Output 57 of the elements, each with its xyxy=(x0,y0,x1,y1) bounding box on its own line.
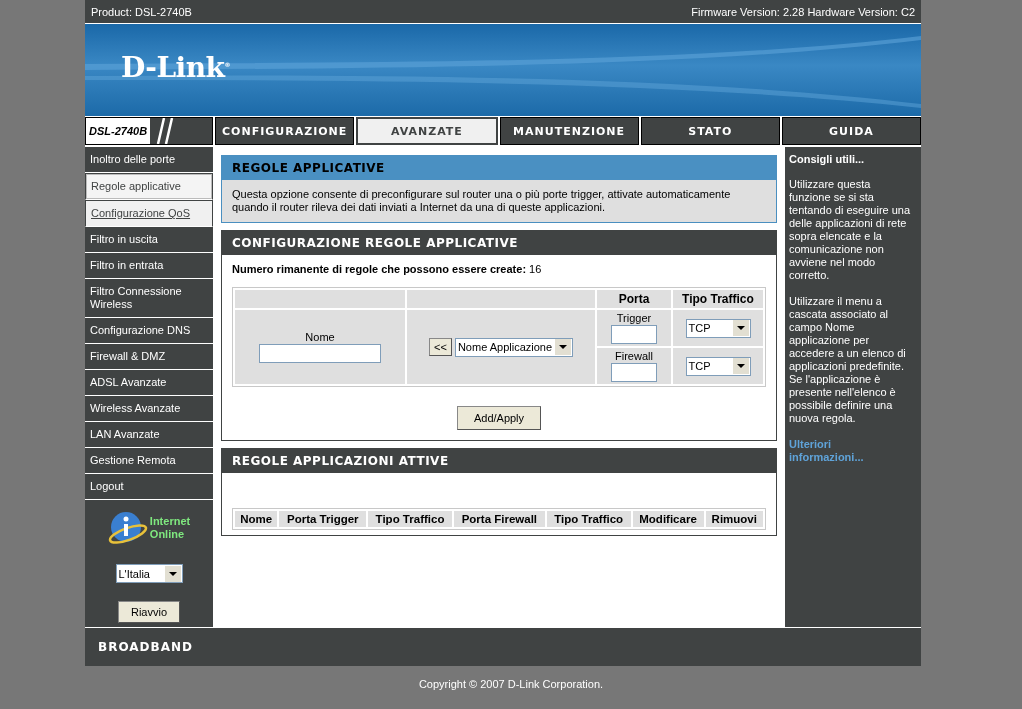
more-info-link[interactable]: Ulteriori informazioni... xyxy=(789,438,879,464)
column-header: Modificare xyxy=(632,511,704,527)
sidebar-item[interactable]: Configurazione QoS xyxy=(85,200,213,227)
port-field[interactable] xyxy=(611,325,657,344)
nav-tab[interactable]: STATO xyxy=(640,117,780,145)
section-header: REGOLE APPLICAZIONI ATTIVE xyxy=(222,449,776,473)
sidebar-item[interactable]: ADSL Avanzate xyxy=(85,370,213,396)
nav-tab[interactable]: MANUTENZIONE xyxy=(499,117,639,145)
reboot-button[interactable]: Riavvio xyxy=(117,601,181,623)
application-select[interactable]: Nome Applicazione xyxy=(454,337,573,357)
sidebar-item[interactable]: LAN Avanzate xyxy=(85,422,213,448)
protocol-select[interactable]: TCP xyxy=(685,318,751,338)
sidebar-item[interactable]: Gestione Remota xyxy=(85,448,213,474)
sidebar-item[interactable]: Regole applicative xyxy=(85,173,213,200)
sidebar-item[interactable]: Filtro in entrata xyxy=(85,253,213,279)
add-apply-button[interactable]: Add/Apply xyxy=(456,406,542,430)
nav-tab[interactable]: GUIDA xyxy=(781,117,921,145)
model-label: DSL-2740B xyxy=(86,118,151,144)
hints-title: Consigli utili... xyxy=(789,153,866,165)
product-label: Product: DSL-2740B xyxy=(91,5,192,18)
remaining-count: 16 xyxy=(529,263,542,275)
brand-label: BROADBAND xyxy=(98,640,193,654)
nav-tab[interactable]: AVANZATE xyxy=(356,117,498,145)
copyright: Copyright © 2007 D-Link Corporation. xyxy=(418,678,604,690)
version-label: Firmware Version: 2.28 Hardware Version: C2 xyxy=(691,5,915,18)
logo: D-Link$^{®}$ xyxy=(121,50,230,84)
name-label: Nome xyxy=(305,331,335,343)
sidebar-item[interactable]: Filtro in uscita xyxy=(85,227,213,253)
section-header: REGOLE APPLICATIVE xyxy=(222,156,776,180)
port-field[interactable] xyxy=(611,363,657,382)
sidebar-item[interactable]: Logout xyxy=(85,474,213,500)
column-header: Nome xyxy=(235,511,278,527)
column-header: Tipo Traffico xyxy=(546,511,631,527)
port-label: Firewall xyxy=(615,350,653,362)
sidebar-item[interactable]: Wireless Avanzate xyxy=(85,396,213,422)
column-header: Tipo Traffico xyxy=(368,511,452,527)
port-label: Trigger xyxy=(616,312,652,324)
protocol-select[interactable]: TCP xyxy=(685,356,751,376)
sidebar-item[interactable]: Filtro Connessione Wireless xyxy=(85,279,213,318)
nav-tab[interactable]: CONFIGURAZIONE xyxy=(215,117,355,145)
sidebar-item[interactable]: Firewall & DMZ xyxy=(85,344,213,370)
hint-text: Utilizzare il menu a cascata associato al campo Nome applicazione per accedere a un elenco di applicazioni predefinite. Se l'applicazione è presente nell'elenco è possibile definire una nuova regola. xyxy=(789,295,907,425)
language-select[interactable]: L'Italia xyxy=(115,564,183,583)
section-header: CONFIGURAZIONE REGOLE APPLICATIVE xyxy=(222,231,776,255)
column-header: Tipo Traffico xyxy=(673,290,763,308)
column-header: Porta xyxy=(597,290,671,308)
remaining-label: Numero rimanente di regole che possono essere create: xyxy=(232,263,527,275)
hint-text: Utilizzare questa funzione se si sta tentando di eseguire una delle applicazioni di rete sopra elencate e la comunicazione non avviene nel modo corretto. xyxy=(789,178,912,282)
name-field[interactable] xyxy=(259,344,381,363)
sidebar-item[interactable]: Configurazione DNS xyxy=(85,318,213,344)
copy-button[interactable]: << xyxy=(429,338,452,356)
info-globe-icon xyxy=(107,510,148,546)
column-header: Porta Trigger xyxy=(279,511,367,527)
description: Questa opzione consente di preconfigurare sul router una o più porte trigger, attivate automaticamente quando il router rileva dei dati inviati a Internet da una di queste applicazioni. xyxy=(222,180,776,222)
column-header: Rimuovi xyxy=(705,511,763,527)
internet-status: Internet Online xyxy=(149,515,191,541)
column-header: Porta Firewall xyxy=(453,511,545,527)
